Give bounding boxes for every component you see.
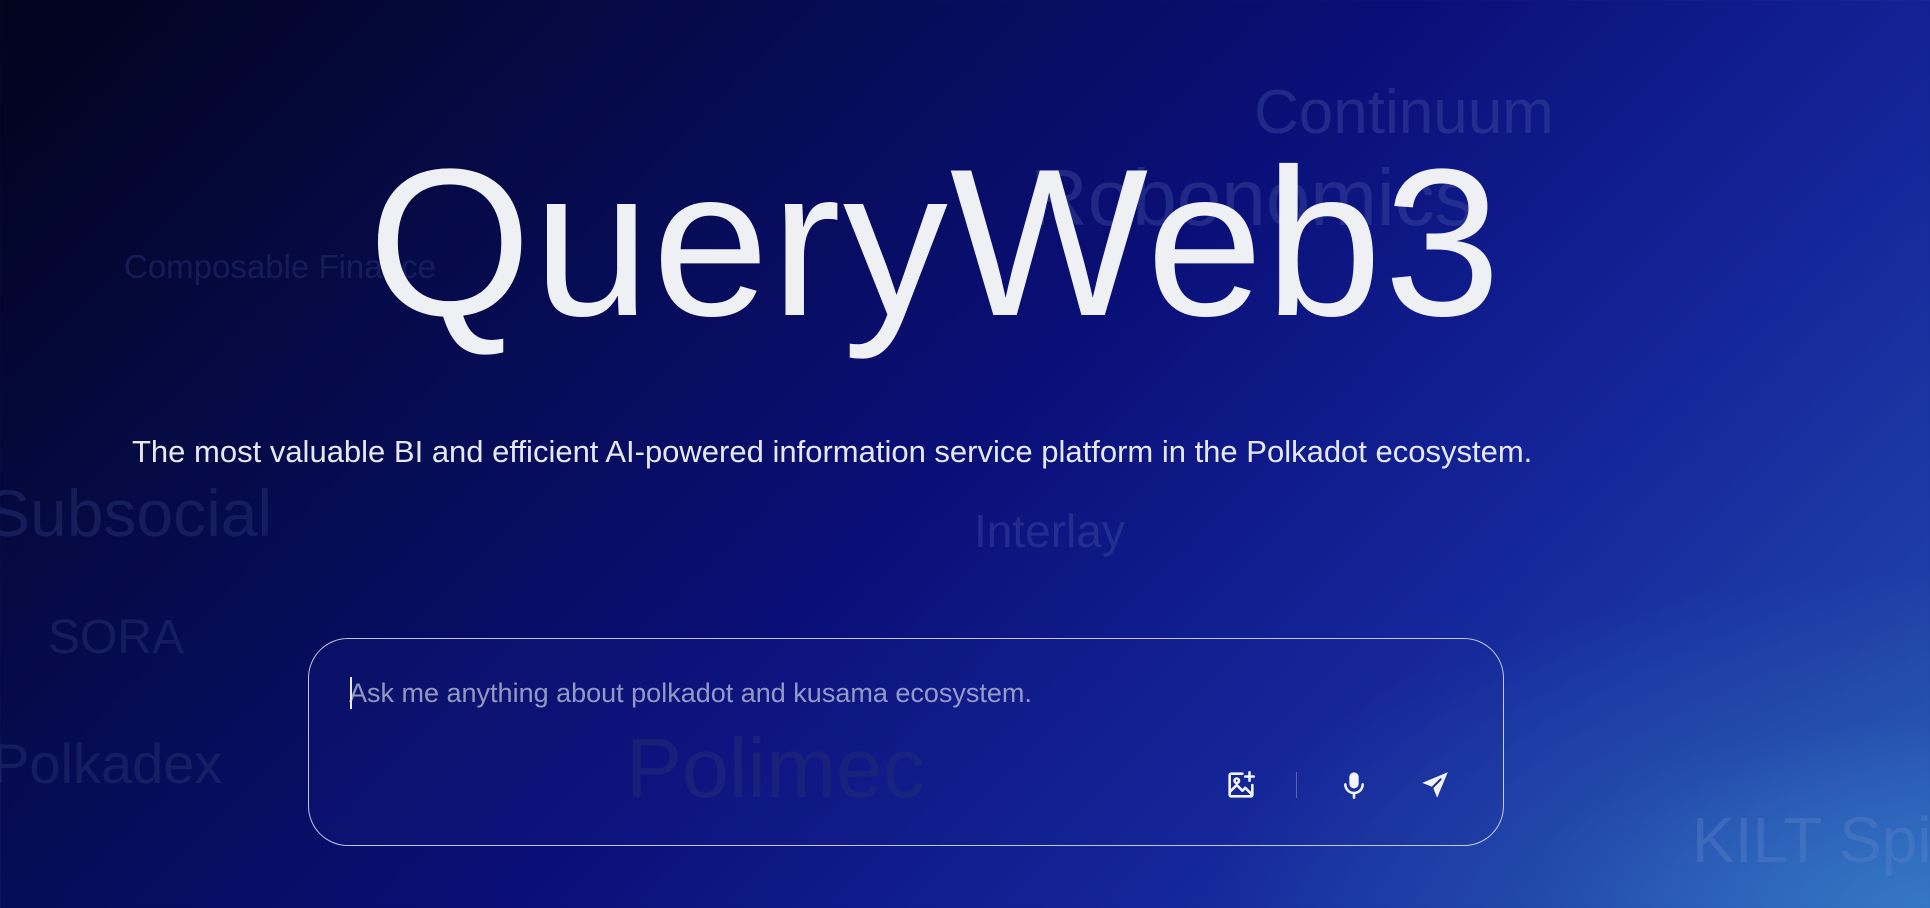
image-add-icon <box>1228 770 1256 798</box>
bg-word-subsocial: Subsocial <box>0 476 273 550</box>
hero-title: QueryWeb3 <box>368 125 1503 360</box>
bg-word-interlay: Interlay <box>974 505 1125 557</box>
bg-word-kilt: KILT Spiritnet <box>1692 804 1930 876</box>
send-icon <box>1422 772 1448 798</box>
hero-subtitle: The most valuable BI and efficient AI-po… <box>132 434 1533 469</box>
image-upload-button[interactable] <box>1221 765 1261 805</box>
chat-input-box <box>308 638 1504 846</box>
text-caret <box>350 677 352 709</box>
send-button[interactable] <box>1415 765 1455 805</box>
microphone-button[interactable] <box>1334 765 1374 805</box>
bg-word-sora: SORA <box>48 611 185 664</box>
microphone-icon <box>1344 772 1364 799</box>
chat-input[interactable] <box>349 673 1429 713</box>
bg-word-polkadex: Polkadex <box>0 732 223 795</box>
toolbar-divider <box>1296 772 1297 798</box>
